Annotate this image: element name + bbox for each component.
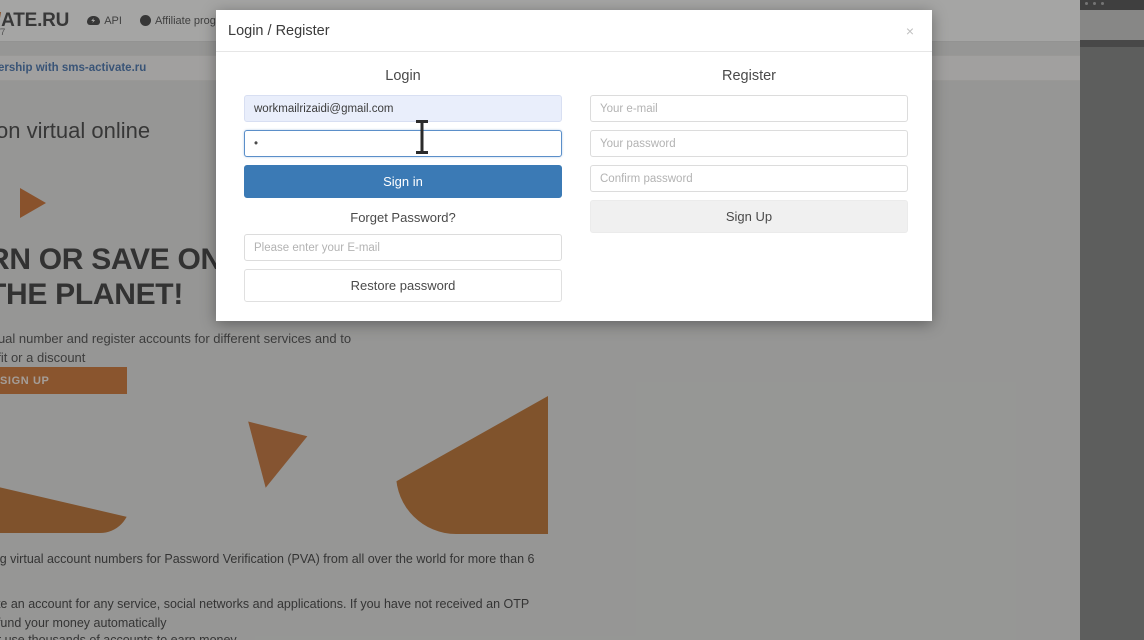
modal-header: Login / Register ×: [216, 10, 932, 52]
sign-in-button[interactable]: Sign in: [244, 165, 562, 198]
hero-body-line2: ofit or a discount: [0, 349, 86, 365]
login-heading: Login: [385, 68, 421, 84]
register-password-input[interactable]: [590, 130, 908, 157]
circle-icon: [139, 15, 151, 26]
hero-body: rtual number and register accounts for d…: [0, 330, 430, 368]
info-paragraph-3: efund your money automatically: [0, 616, 167, 630]
window-dots: [1085, 2, 1104, 5]
login-register-modal: Login / Register × Login Sign in Forget …: [216, 10, 932, 321]
screen: /ATE.RU /7 API Affiliate program ership …: [0, 0, 1144, 640]
register-confirm-password-input[interactable]: [590, 165, 908, 192]
cloud-icon: [87, 16, 101, 25]
login-email-input[interactable]: [244, 95, 562, 122]
site-logo[interactable]: /ATE.RU /7: [0, 9, 70, 37]
register-email-input[interactable]: [590, 95, 908, 122]
site-logo-text: ATE.RU: [1, 9, 70, 31]
register-heading: Register: [722, 68, 776, 84]
hero-signup-button[interactable]: SIGN UP: [0, 367, 127, 394]
hero-subline: on virtual online: [0, 118, 151, 143]
decorative-shape-left: [0, 478, 130, 533]
play-triangle-icon[interactable]: [20, 188, 46, 218]
forget-password-link[interactable]: Forget Password?: [244, 210, 562, 225]
login-password-input[interactable]: [244, 130, 562, 157]
site-logo-subtext: /7: [0, 26, 6, 37]
hero-heading-line1: RN OR SAVE ON: [0, 243, 222, 276]
nav-item-api[interactable]: API: [87, 15, 122, 27]
sign-up-button[interactable]: Sign Up: [590, 200, 908, 233]
partnership-banner-text: ership with sms-activate.ru: [0, 62, 147, 74]
restore-email-input[interactable]: [244, 234, 562, 261]
info-paragraph-1: ing virtual account numbers for Password…: [0, 552, 535, 566]
modal-body: Login Sign in Forget Password? Restore p…: [216, 52, 932, 321]
decorative-triangle-small: [233, 421, 308, 495]
hero-body-line1: rtual number and register accounts for d…: [0, 331, 352, 346]
hero-heading: RN OR SAVE ON THE PLANET!: [0, 242, 222, 313]
restore-password-button[interactable]: Restore password: [244, 269, 562, 302]
close-icon[interactable]: ×: [902, 22, 918, 40]
info-paragraph-4: or use thousands of accounts to earn mon…: [0, 633, 237, 640]
browser-right-edge: [1080, 0, 1144, 640]
nav-item-api-label: API: [104, 14, 122, 27]
decorative-shape-large: [396, 396, 548, 534]
info-paragraph-2: ate an account for any service, social n…: [0, 597, 530, 611]
login-column: Login Sign in Forget Password? Restore p…: [226, 68, 566, 303]
register-column: Register Sign Up: [582, 68, 908, 303]
hero-heading-line2: THE PLANET!: [0, 278, 184, 312]
modal-title: Login / Register: [228, 22, 330, 39]
